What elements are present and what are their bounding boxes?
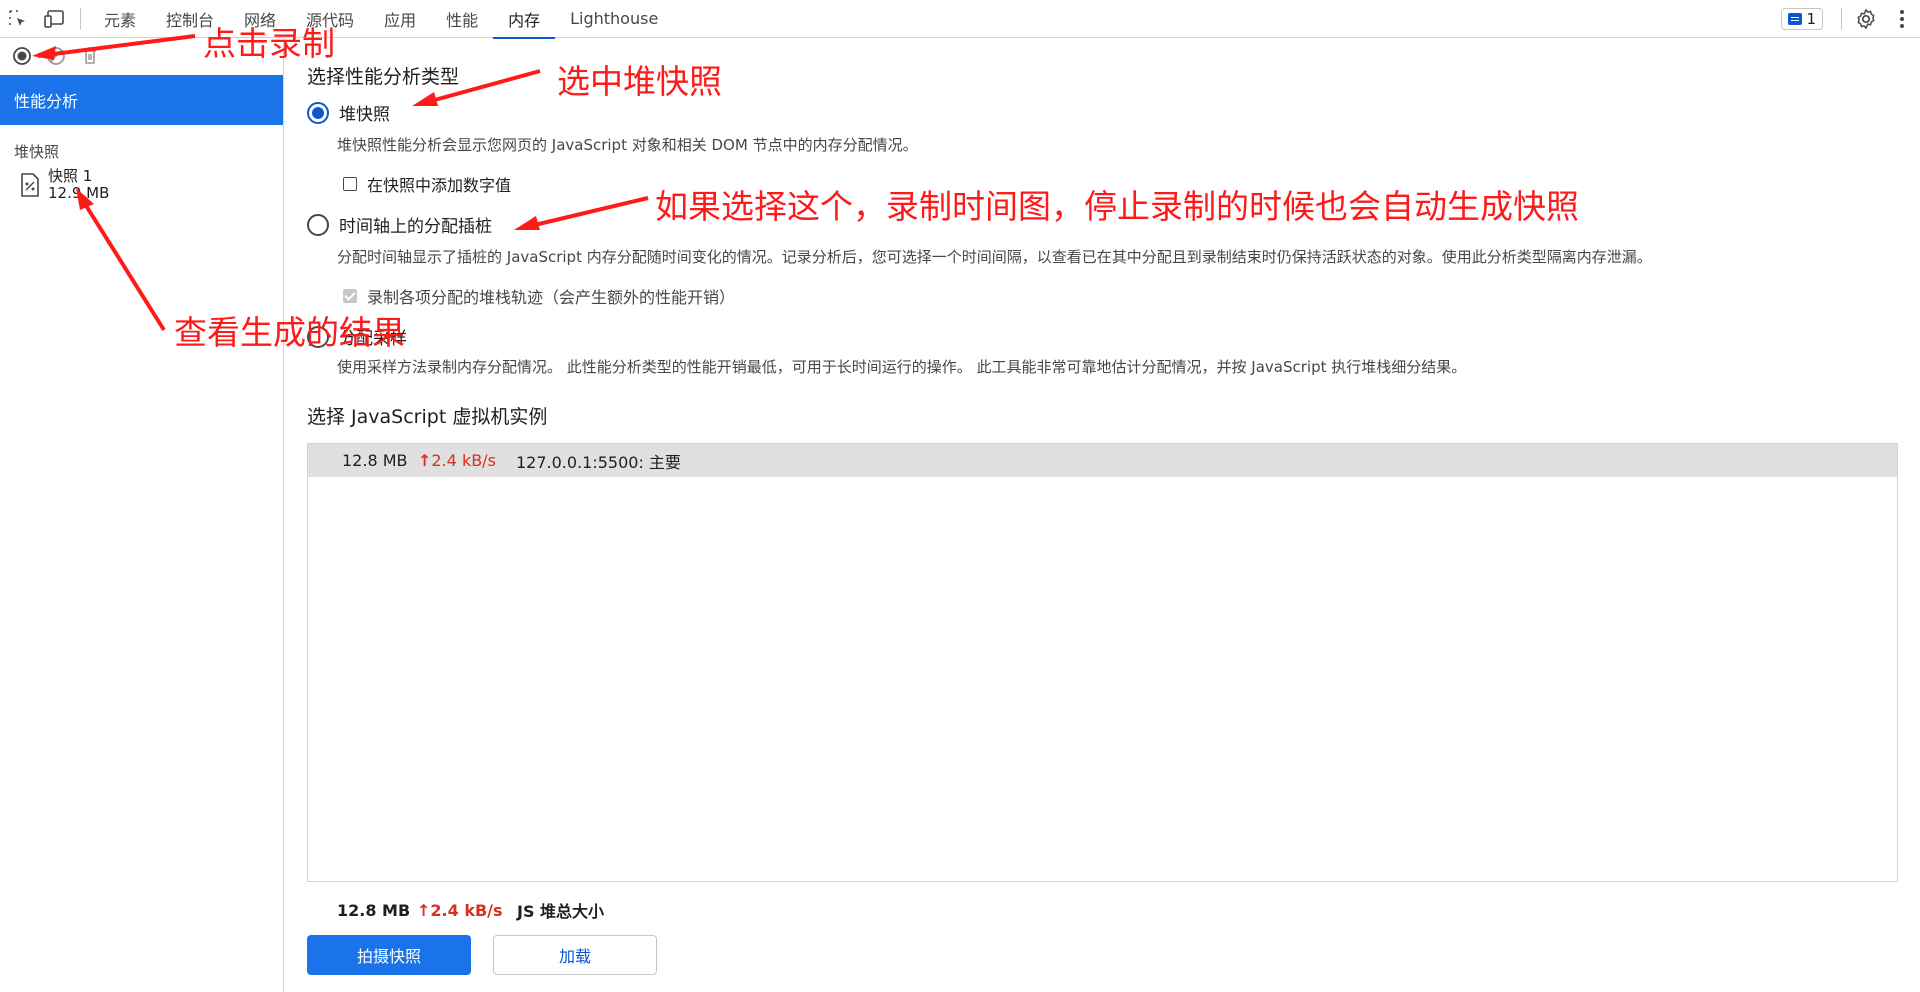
issues-count: 1 bbox=[1806, 10, 1816, 28]
annotation-timeline-note: 如果选择这个，录制时间图，停止录制的时候也会自动生成快照 bbox=[655, 187, 1579, 226]
vm-instance-row[interactable]: 12.8 MB ↑2.4 kB/s 127.0.0.1:5500: 主要 bbox=[308, 444, 1897, 477]
snapshot-name: 快照 1 bbox=[48, 167, 93, 185]
more-options-icon[interactable] bbox=[1884, 0, 1920, 38]
panel-tabs: 元素 控制台 网络 源代码 应用 性能 内存 Lighthouse bbox=[89, 0, 673, 39]
option-heap-snapshot[interactable]: 堆快照 bbox=[307, 100, 390, 125]
expose-numeric-values-option[interactable]: 在快照中添加数字值 bbox=[343, 172, 511, 196]
inspect-element-icon[interactable] bbox=[0, 0, 36, 38]
load-button[interactable]: 加载 bbox=[493, 935, 657, 975]
device-toolbar-icon[interactable] bbox=[36, 0, 72, 38]
snapshot-list-item[interactable]: 快照 1 12.9 MB bbox=[0, 162, 283, 202]
total-heap-stats: 12.8 MB ↑2.4 kB/s JS 堆总大小 bbox=[337, 898, 604, 922]
record-stack-traces-label: 录制各项分配的堆栈轨迹（会产生额外的性能开销） bbox=[367, 288, 736, 307]
total-heap-label: JS 堆总大小 bbox=[517, 902, 605, 921]
option-allocation-timeline[interactable]: 时间轴上的分配插桩 bbox=[307, 212, 492, 237]
record-icon[interactable] bbox=[10, 44, 34, 68]
total-heap-rate-value: 2.4 kB/s bbox=[430, 900, 503, 920]
tab-memory[interactable]: 内存 bbox=[493, 0, 556, 39]
heap-snapshot-label: 堆快照 bbox=[339, 105, 390, 125]
profile-type-title: 选择性能分析类型 bbox=[307, 66, 460, 88]
issues-icon bbox=[1788, 13, 1803, 25]
memory-profile-launcher: 选择性能分析类型 堆快照 堆快照性能分析会显示您网页的 JavaScript 对… bbox=[285, 38, 1920, 992]
record-stack-traces-checkbox bbox=[343, 289, 357, 303]
vm-instance-title: 选择 JavaScript 虚拟机实例 bbox=[307, 406, 548, 428]
annotation-select-heap: 选中堆快照 bbox=[557, 62, 722, 101]
profiles-header[interactable]: 性能分析 bbox=[0, 75, 283, 125]
vm-instance-list: 12.8 MB ↑2.4 kB/s 127.0.0.1:5500: 主要 bbox=[307, 443, 1898, 882]
tab-lighthouse[interactable]: Lighthouse bbox=[555, 0, 673, 38]
issues-button[interactable]: 1 bbox=[1781, 8, 1823, 30]
allocation-timeline-radio[interactable] bbox=[307, 213, 329, 236]
expose-numeric-values-label: 在快照中添加数字值 bbox=[367, 176, 512, 195]
vm-heap-rate: ↑2.4 kB/s bbox=[418, 451, 516, 470]
clear-icon[interactable] bbox=[44, 44, 68, 68]
expose-numeric-values-checkbox[interactable] bbox=[343, 177, 357, 191]
profiles-sidebar: 性能分析 堆快照 快照 1 12.9 MB bbox=[0, 38, 284, 992]
toolbar-right: 1 bbox=[1781, 0, 1920, 38]
take-snapshot-button[interactable]: 拍摄快照 bbox=[307, 935, 471, 975]
tab-elements[interactable]: 元素 bbox=[89, 0, 151, 38]
vm-instance-name: 127.0.0.1:5500: 主要 bbox=[516, 452, 681, 472]
tab-application[interactable]: 应用 bbox=[369, 0, 431, 38]
heap-snapshots-group-title: 堆快照 bbox=[14, 143, 60, 161]
heap-snapshot-description: 堆快照性能分析会显示您网页的 JavaScript 对象和相关 DOM 节点中的… bbox=[337, 136, 918, 154]
settings-gear-icon[interactable] bbox=[1848, 0, 1884, 38]
total-heap-size: 12.8 MB bbox=[337, 900, 411, 920]
annotation-view-result: 查看生成的结果 bbox=[174, 313, 405, 352]
footer-rate-up-arrow-icon: ↑ bbox=[417, 900, 431, 920]
garbage-collect-icon[interactable] bbox=[78, 44, 102, 68]
annotation-click-record: 点击录制 bbox=[203, 24, 335, 63]
toolbar-divider-right bbox=[1841, 8, 1842, 30]
vm-heap-size: 12.8 MB bbox=[342, 451, 408, 470]
allocation-timeline-description: 分配时间轴显示了插桩的 JavaScript 内存分配随时间变化的情况。记录分析… bbox=[337, 248, 1652, 266]
vm-heap-rate-value: 2.4 kB/s bbox=[431, 451, 496, 470]
record-stack-traces-option: 录制各项分配的堆栈轨迹（会产生额外的性能开销） bbox=[343, 284, 735, 308]
snapshot-file-icon bbox=[21, 173, 39, 197]
tab-performance[interactable]: 性能 bbox=[431, 0, 493, 38]
total-heap-rate: ↑2.4 kB/s bbox=[417, 901, 517, 920]
rate-up-arrow-icon: ↑ bbox=[418, 451, 432, 470]
toolbar-divider bbox=[80, 7, 81, 30]
snapshot-size: 12.9 MB bbox=[48, 184, 110, 202]
heap-snapshot-radio[interactable] bbox=[307, 101, 329, 124]
allocation-timeline-label: 时间轴上的分配插桩 bbox=[339, 217, 492, 237]
allocation-sampling-description: 使用采样方法录制内存分配情况。 此性能分析类型的性能开销最低，可用于长时间运行的… bbox=[337, 358, 1467, 376]
action-buttons: 拍摄快照 加载 bbox=[307, 935, 657, 975]
